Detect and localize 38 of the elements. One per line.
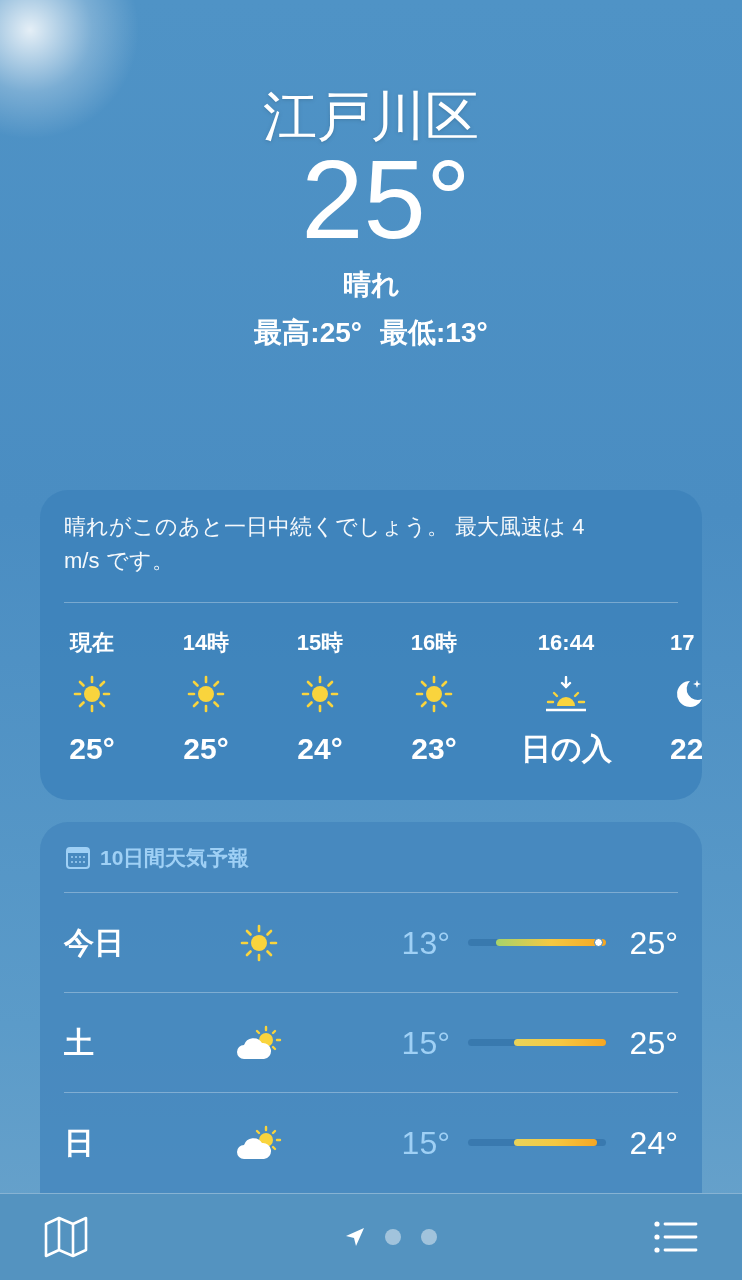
hour-label: 15時 [296, 629, 344, 657]
hour-temperature: 日の入 [520, 731, 612, 767]
hour-temperature: 25° [183, 731, 229, 767]
calendar-icon [66, 847, 90, 869]
weather-condition: 晴れ [342, 268, 400, 302]
hour-temperature: 25° [69, 731, 115, 767]
high-temperature: 25° [628, 923, 678, 963]
hour-temperature: 24° [297, 731, 343, 767]
sun-icon [300, 674, 340, 714]
sun-icon [414, 674, 454, 714]
hour-temperature: 23° [411, 731, 457, 767]
sunset-icon [544, 676, 588, 712]
partly-cloudy-icon [234, 1124, 284, 1161]
high-temperature: 25° [628, 1023, 678, 1063]
sun-icon [186, 674, 226, 714]
high-temperature: 最高:25° [254, 316, 362, 350]
sun-icon [72, 674, 112, 714]
day-label: 日 [64, 1125, 95, 1161]
forecast-summary: 晴れがこのあと一日中続くでしょう。 最大風速は 4 m/s です。 [64, 513, 586, 575]
low-temperature: 13° [400, 923, 450, 963]
section-title: 10日間天気予報 [100, 845, 250, 872]
hour-label: 14時 [182, 629, 230, 657]
sun-icon [239, 922, 279, 963]
map-button[interactable] [44, 1216, 88, 1258]
hour-label: 17 [670, 629, 695, 657]
day-label: 今日 [64, 925, 125, 961]
hour-temperature: 22 [670, 731, 702, 767]
hour-label: 現在 [70, 629, 114, 657]
hour-label: 16時 [410, 629, 458, 657]
low-temperature: 15° [400, 1023, 450, 1063]
partly-cloudy-icon [234, 1024, 284, 1061]
day-label: 土 [64, 1025, 95, 1061]
low-temperature: 最低:13° [380, 316, 488, 350]
high-temperature: 24° [628, 1123, 678, 1163]
list-button[interactable] [654, 1220, 698, 1254]
location-page-icon[interactable] [345, 1227, 365, 1247]
hour-label: 16:44 [537, 629, 595, 657]
low-temperature: 15° [400, 1123, 450, 1163]
